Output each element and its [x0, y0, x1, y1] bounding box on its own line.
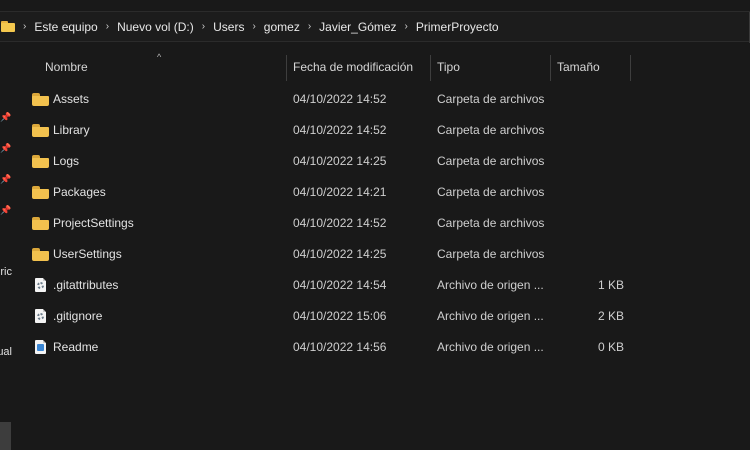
file-size [534, 177, 624, 208]
file-name: Packages [53, 185, 106, 199]
column-header-date[interactable]: Fecha de modificación [293, 53, 413, 82]
file-size [534, 208, 624, 239]
folder-icon [32, 186, 49, 199]
breadcrumb-item[interactable]: › gomez [244, 20, 299, 34]
sort-up-icon: ^ [157, 52, 162, 62]
breadcrumb-item[interactable]: › Nuevo vol (D:) [98, 20, 194, 34]
gear-mark [37, 313, 44, 320]
file-name: Readme [53, 340, 99, 354]
chevron-right-icon[interactable]: › [23, 21, 26, 32]
file-date: 04/10/2022 14:56 [293, 340, 387, 354]
file-date: 04/10/2022 15:06 [293, 309, 387, 323]
nav-item-clipped[interactable]: ric [0, 266, 12, 278]
file-type: Carpeta de archivos [437, 247, 545, 261]
file-row[interactable]: Packages 04/10/2022 14:21 Carpeta de archi… [22, 177, 642, 208]
file-row[interactable]: Library 04/10/2022 14:52 Carpeta de archiv… [22, 115, 642, 146]
file-name: Logs [53, 154, 80, 168]
chevron-right-icon[interactable]: › [308, 21, 311, 32]
file-name: UserSettings [53, 247, 122, 261]
column-divider[interactable] [630, 55, 631, 81]
file-date: 04/10/2022 14:52 [293, 216, 387, 230]
pin-icon: 📌 [0, 174, 12, 184]
file-row[interactable]: ProjectSettings 04/10/2022 14:52 Carpeta d… [22, 208, 642, 239]
nav-item-clipped[interactable]: ual [0, 346, 12, 358]
file-type: Carpeta de archivos [437, 185, 545, 199]
file-size [534, 115, 624, 146]
page-corner [43, 278, 46, 281]
gear-mark [37, 282, 44, 289]
file-type: Carpeta de archivos [437, 154, 545, 168]
pin-icon: 📌 [0, 143, 12, 153]
source-file-icon [35, 278, 46, 292]
column-divider[interactable] [286, 55, 287, 81]
address-bar[interactable]: › Este equipo › Nuevo vol (D:) › Users › gomez ›… [0, 11, 750, 43]
column-headers: ^ Nombre Fecha de modificación Tipo Tama… [0, 52, 750, 82]
breadcrumb-label: Nuevo vol (D:) [117, 19, 194, 34]
breadcrumb-label: gomez [263, 19, 300, 34]
breadcrumb-item[interactable]: › Este equipo [15, 20, 98, 34]
file-row[interactable]: .gitignore 04/10/2022 15:06 Archivo de ori… [22, 301, 642, 332]
file-type: Carpeta de archivos [437, 216, 545, 230]
folder-icon [32, 155, 49, 168]
folder-icon [32, 124, 49, 137]
file-size [534, 239, 624, 270]
pin-icon: 📌 [0, 205, 12, 215]
document-mark [37, 344, 44, 351]
file-date: 04/10/2022 14:54 [293, 278, 387, 292]
folder-icon [32, 248, 49, 261]
breadcrumb-label: Javier_Gómez [319, 19, 397, 34]
file-size: 2 KB [597, 309, 624, 323]
chevron-right-icon[interactable]: › [202, 21, 205, 32]
markdown-file-icon [35, 340, 46, 354]
file-size [534, 84, 624, 115]
folder-icon [32, 217, 49, 230]
chevron-right-icon[interactable]: › [405, 21, 408, 32]
file-date: 04/10/2022 14:52 [293, 123, 387, 137]
file-name: .gitattributes [53, 278, 119, 292]
column-header-size[interactable]: Tamaño [557, 53, 600, 82]
file-row[interactable]: Assets 04/10/2022 14:52 Carpeta de archivo… [22, 84, 642, 115]
file-type: Archivo de origen ... [437, 309, 544, 323]
column-header-name[interactable]: Nombre [45, 53, 88, 82]
chevron-right-icon[interactable]: › [252, 21, 255, 32]
folder-icon [32, 93, 49, 106]
file-date: 04/10/2022 14:25 [293, 154, 387, 168]
file-row[interactable]: .gitattributes 04/10/2022 14:54 Archivo de… [22, 270, 642, 301]
breadcrumb-item[interactable]: › PrimerProyecto [397, 20, 499, 34]
file-size [534, 146, 624, 177]
breadcrumb-label: Users [213, 19, 245, 34]
file-row[interactable]: UserSettings 04/10/2022 14:25 Carpeta de a… [22, 239, 642, 270]
file-date: 04/10/2022 14:25 [293, 247, 387, 261]
file-size: 0 KB [597, 340, 624, 354]
breadcrumb-label: PrimerProyecto [415, 19, 499, 34]
chevron-right-icon[interactable]: › [106, 21, 109, 32]
column-divider[interactable] [550, 55, 551, 81]
navigation-pane: 📌 📌 📌 📌 ric ual [0, 42, 12, 450]
file-date: 04/10/2022 14:21 [293, 185, 387, 199]
breadcrumb: › Este equipo › Nuevo vol (D:) › Users › gomez ›… [15, 20, 499, 34]
file-name: ProjectSettings [53, 216, 134, 230]
page-corner [43, 309, 46, 312]
file-date: 04/10/2022 14:52 [293, 92, 387, 106]
breadcrumb-label: Este equipo [34, 19, 98, 34]
file-name: Library [53, 123, 90, 137]
nav-scrollbar[interactable] [0, 422, 11, 450]
breadcrumb-item[interactable]: › Users [194, 20, 245, 34]
column-divider[interactable] [430, 55, 431, 81]
folder-icon [1, 21, 15, 32]
breadcrumb-item[interactable]: › Javier_Gómez [300, 20, 397, 34]
file-type: Carpeta de archivos [437, 92, 545, 106]
file-name: .gitignore [53, 309, 103, 323]
file-size: 1 KB [597, 278, 624, 292]
column-header-type[interactable]: Tipo [437, 53, 460, 82]
file-name: Assets [53, 92, 90, 106]
file-row[interactable]: Readme 04/10/2022 14:56 Archivo de origen … [22, 332, 642, 363]
file-type: Archivo de origen ... [437, 278, 544, 292]
file-row[interactable]: Logs 04/10/2022 14:25 Carpeta de archivos [22, 146, 642, 177]
pin-icon: 📌 [0, 112, 12, 122]
file-type: Archivo de origen ... [437, 340, 544, 354]
page-corner [43, 340, 46, 343]
file-type: Carpeta de archivos [437, 123, 545, 137]
source-file-icon [35, 309, 46, 323]
